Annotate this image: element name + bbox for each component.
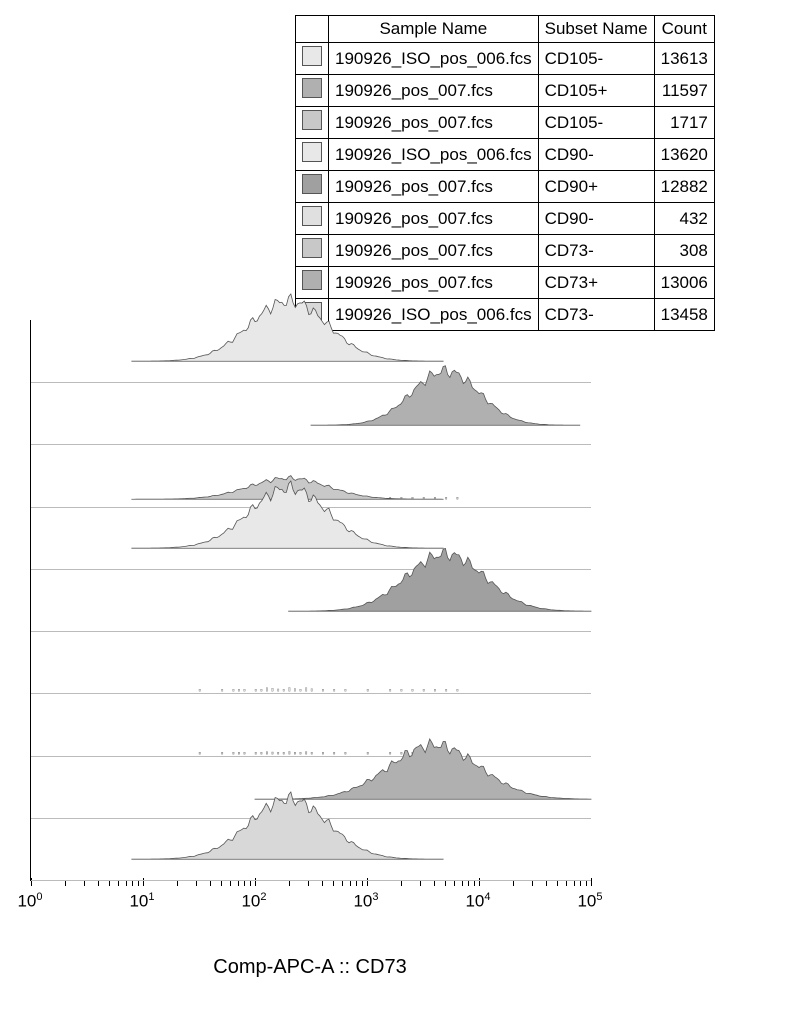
color-swatch xyxy=(302,270,322,290)
legend-count: 11597 xyxy=(654,75,714,107)
histogram-curve xyxy=(31,363,591,444)
tick-label: 102 xyxy=(241,891,266,912)
legend-subset: CD90+ xyxy=(538,171,654,203)
tick-label: 103 xyxy=(353,891,378,912)
color-swatch xyxy=(302,46,322,66)
legend-sample: 190926_pos_007.fcs xyxy=(329,267,539,299)
color-swatch xyxy=(302,78,322,98)
legend-sample: 190926_ISO_pos_006.fcs xyxy=(329,139,539,171)
legend-row: 190926_pos_007.fcsCD105-1717 xyxy=(296,107,715,139)
legend-count: 12882 xyxy=(654,171,714,203)
tick-label: 100 xyxy=(17,891,42,912)
legend-subset: CD90- xyxy=(538,203,654,235)
flow-cytometry-chart: 100101102103104105 Comp-APC-A :: CD73 xyxy=(30,320,591,979)
legend-count: 13458 xyxy=(654,299,714,331)
legend-sample: 190926_pos_007.fcs xyxy=(329,107,539,139)
tick-label: 101 xyxy=(129,891,154,912)
legend-sample: 190926_pos_007.fcs xyxy=(329,171,539,203)
legend-subset: CD90- xyxy=(538,139,654,171)
plot-area xyxy=(30,320,591,881)
legend-sample: 190926_ISO_pos_006.fcs xyxy=(329,43,539,75)
legend-count: 13620 xyxy=(654,139,714,171)
legend-header-count: Count xyxy=(654,16,714,43)
legend-header-swatch xyxy=(296,16,329,43)
tick-label: 105 xyxy=(577,891,602,912)
legend-row: 190926_pos_007.fcsCD105+11597 xyxy=(296,75,715,107)
legend-subset: CD105- xyxy=(538,43,654,75)
legend-subset: CD73+ xyxy=(538,267,654,299)
legend-sample: 190926_pos_007.fcs xyxy=(329,203,539,235)
legend-row: 190926_ISO_pos_006.fcsCD105-13613 xyxy=(296,43,715,75)
color-swatch xyxy=(302,174,322,194)
color-swatch xyxy=(302,238,322,258)
legend-row: 190926_pos_007.fcsCD73-308 xyxy=(296,235,715,267)
legend-swatch-cell xyxy=(296,171,329,203)
histogram-lane xyxy=(31,382,591,445)
x-axis-ticks: 100101102103104105 xyxy=(30,891,590,921)
histogram-lane xyxy=(31,569,591,632)
legend-swatch-cell xyxy=(296,75,329,107)
legend-header-subset: Subset Name xyxy=(538,16,654,43)
legend-count: 432 xyxy=(654,203,714,235)
legend-subset: CD105+ xyxy=(538,75,654,107)
legend-swatch-cell xyxy=(296,139,329,171)
legend-count: 13006 xyxy=(654,267,714,299)
histogram-sparse xyxy=(31,629,591,693)
histogram-lane xyxy=(31,818,591,881)
color-swatch xyxy=(302,110,322,130)
legend-swatch-cell xyxy=(296,267,329,299)
legend-swatch-cell xyxy=(296,203,329,235)
legend-swatch-cell xyxy=(296,235,329,267)
legend-swatch-cell xyxy=(296,43,329,75)
legend-count: 308 xyxy=(654,235,714,267)
legend-table: Sample Name Subset Name Count 190926_ISO… xyxy=(295,15,715,331)
legend-header-sample: Sample Name xyxy=(329,16,539,43)
x-axis-label: Comp-APC-A :: CD73 xyxy=(30,956,590,979)
histogram-curve xyxy=(31,797,591,880)
legend-count: 13613 xyxy=(654,43,714,75)
legend-swatch-cell xyxy=(296,107,329,139)
histogram-lane xyxy=(31,631,591,694)
legend-row: 190926_pos_007.fcsCD90-432 xyxy=(296,203,715,235)
legend-row: 190926_pos_007.fcsCD90+12882 xyxy=(296,171,715,203)
histogram-curve xyxy=(31,549,591,631)
legend-count: 1717 xyxy=(654,107,714,139)
legend-sample: 190926_pos_007.fcs xyxy=(329,235,539,267)
legend-row: 190926_ISO_pos_006.fcsCD90-13620 xyxy=(296,139,715,171)
color-swatch xyxy=(302,142,322,162)
legend-subset: CD73- xyxy=(538,235,654,267)
color-swatch xyxy=(302,206,322,226)
tick-label: 104 xyxy=(465,891,490,912)
legend-subset: CD105- xyxy=(538,107,654,139)
legend-row: 190926_pos_007.fcsCD73+13006 xyxy=(296,267,715,299)
legend-sample: 190926_pos_007.fcs xyxy=(329,75,539,107)
